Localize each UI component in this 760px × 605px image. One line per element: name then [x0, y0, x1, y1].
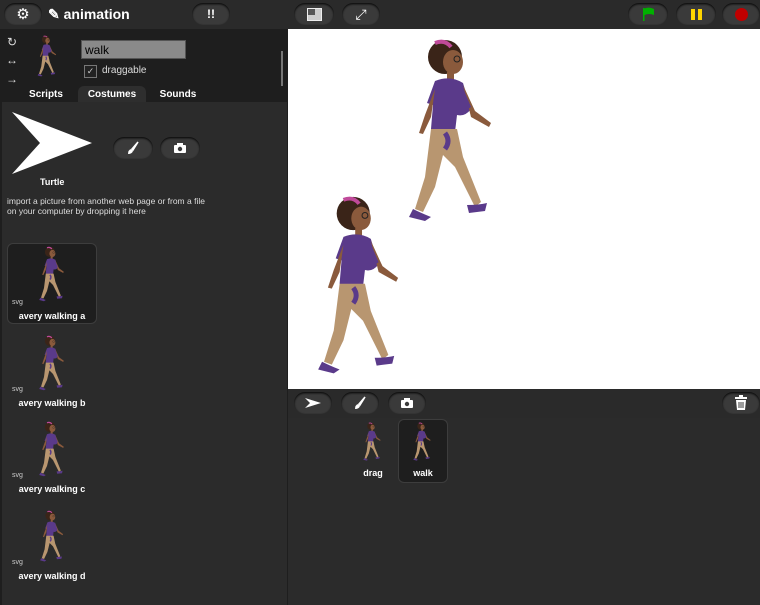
- sprite-thumbnail: [36, 35, 57, 78]
- footprints-icon: !!: [207, 7, 215, 21]
- costume-thumbnail: [39, 510, 64, 563]
- project-title: ✎ animation: [48, 6, 130, 22]
- costume-name: avery walking d: [18, 571, 86, 581]
- costume-thumbnail: [38, 421, 65, 478]
- rotate-none-icon[interactable]: →: [5, 72, 19, 86]
- add-turtle-sprite-button[interactable]: [294, 392, 332, 414]
- sprite-editor-panel: ↻ ↔ → walk ✓ draggable Scripts Costumes …: [0, 29, 287, 605]
- top-bar: ⚙ ✎ animation !! ⤢: [0, 0, 760, 29]
- sprite-bar: ↻ ↔ → walk ✓ draggable: [0, 29, 287, 87]
- costume-item[interactable]: svg avery walking b: [8, 331, 96, 410]
- stop-icon: [734, 7, 748, 21]
- costume-item[interactable]: svg avery walking c: [8, 417, 96, 496]
- import-hint: import a picture from another web page o…: [7, 196, 205, 216]
- gear-icon: ⚙: [16, 6, 30, 23]
- costume-name: avery walking b: [18, 398, 86, 408]
- trash-button[interactable]: [722, 392, 760, 414]
- camera-costume-button[interactable]: [160, 137, 200, 159]
- tab-scripts[interactable]: Scripts: [20, 86, 72, 103]
- camera-sprite-button[interactable]: [388, 392, 426, 414]
- costume-item[interactable]: svg avery walking a: [8, 244, 96, 323]
- turtle-label: Turtle: [40, 177, 65, 187]
- turtle-arrow-icon: [305, 398, 321, 408]
- costume-thumbnail: [38, 246, 65, 303]
- pause-button[interactable]: [676, 3, 716, 25]
- sprite-thumbnail: [362, 422, 382, 462]
- sprite-corral: drag walk: [288, 418, 760, 605]
- paint-new-sprite-button[interactable]: [341, 392, 379, 414]
- sprite-name-input[interactable]: walk: [81, 40, 186, 59]
- paintbrush-icon: [355, 396, 366, 409]
- costumes-pane: Turtle import a picture from another web…: [2, 102, 287, 605]
- stop-button[interactable]: [722, 3, 760, 25]
- costume-item[interactable]: svg avery walking d: [8, 504, 96, 583]
- green-flag-button[interactable]: [628, 3, 668, 25]
- costume-name: avery walking c: [18, 484, 86, 494]
- cloud-button[interactable]: !!: [192, 3, 230, 25]
- costume-type: svg: [12, 472, 23, 479]
- costume-type: svg: [12, 299, 23, 306]
- costume-type: svg: [12, 559, 23, 566]
- draggable-label: draggable: [102, 65, 147, 76]
- editor-tabs: Scripts Costumes Sounds: [0, 86, 287, 103]
- sprite-name: walk: [413, 468, 433, 478]
- stage-size-button[interactable]: [294, 3, 334, 25]
- camera-icon: [174, 143, 186, 153]
- costume-type: svg: [12, 386, 23, 393]
- settings-button[interactable]: ⚙: [4, 3, 42, 25]
- scrollbar[interactable]: [281, 51, 283, 86]
- costume-name: avery walking a: [18, 311, 86, 321]
- costume-thumbnail: [38, 335, 65, 391]
- draggable-checkbox[interactable]: ✓: [84, 65, 97, 78]
- fullscreen-icon: ⤢: [355, 5, 367, 22]
- sprite-icon-walk[interactable]: walk: [399, 420, 447, 482]
- pause-icon: [690, 8, 702, 20]
- sprite-name: drag: [363, 468, 383, 478]
- rotate-any-icon[interactable]: ↻: [5, 35, 19, 49]
- stage-size-icon: [306, 7, 322, 21]
- sprite-corral-bar: [288, 389, 760, 418]
- tab-sounds[interactable]: Sounds: [152, 86, 204, 103]
- sprite-icon-drag[interactable]: drag: [349, 420, 397, 482]
- drag-sprite[interactable]: [308, 194, 418, 389]
- stage[interactable]: [288, 29, 760, 389]
- camera-icon: [401, 398, 413, 408]
- paint-new-costume-button[interactable]: [113, 137, 153, 159]
- turtle-costume-icon[interactable]: [10, 110, 94, 176]
- fullscreen-button[interactable]: ⤢: [342, 3, 380, 25]
- paintbrush-icon: [128, 141, 139, 154]
- trash-icon: [735, 395, 747, 410]
- tab-costumes[interactable]: Costumes: [78, 86, 146, 103]
- green-flag-icon: [643, 7, 654, 21]
- rotate-flip-icon[interactable]: ↔: [5, 53, 19, 67]
- sprite-thumbnail: [412, 422, 432, 462]
